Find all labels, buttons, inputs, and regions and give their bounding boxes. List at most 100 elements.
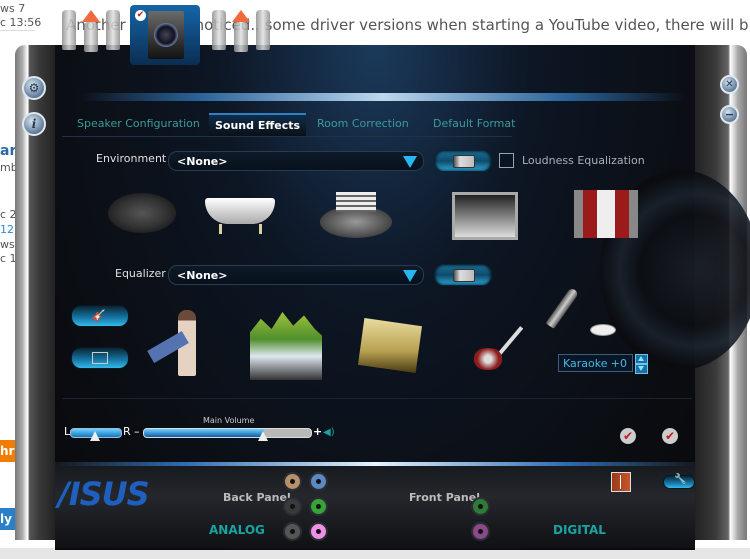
sidebar-fragment[interactable]: 12 — [0, 223, 14, 236]
plug-icon — [84, 22, 98, 52]
karaoke-label: Karaoke — [563, 357, 608, 370]
preset-underwater-icon[interactable] — [108, 193, 176, 233]
karaoke-field[interactable]: Karaoke +0 — [558, 354, 633, 372]
environment-toggle[interactable] — [434, 150, 492, 172]
front-jack-green[interactable] — [473, 499, 488, 514]
selected-check-icon: ✔ — [135, 10, 146, 21]
asus-logo: /ISUS — [58, 475, 150, 513]
equalizer-dropdown[interactable]: <None> — [168, 265, 424, 285]
main-volume-label: Main Volume — [203, 416, 255, 425]
tab-default-format[interactable]: Default Format — [433, 113, 515, 135]
close-icon: ✕ — [725, 79, 734, 90]
wrench-icon: 🔧 — [674, 474, 687, 485]
lips-icon — [590, 324, 616, 336]
karaoke-value: +0 — [610, 357, 627, 370]
back-jack-gray[interactable] — [285, 524, 300, 539]
loudness-equalization-label: Loudness Equalization — [522, 154, 645, 167]
sidebar-fragment: ws 7 — [0, 2, 26, 15]
environment-dropdown[interactable]: <None> — [168, 151, 424, 171]
check-icon: ✔ — [622, 429, 634, 443]
digital-output-button[interactable] — [611, 472, 631, 492]
equalizer-label: Equalizer — [115, 267, 166, 280]
info-icon: i — [31, 117, 37, 131]
front-jack-pink[interactable] — [473, 524, 488, 539]
arrow-up-icon — [638, 356, 644, 361]
back-jack-green[interactable] — [311, 499, 326, 514]
guitar-icon: 🎸 — [92, 309, 106, 322]
eq-preset-karaoke-icon[interactable] — [545, 287, 620, 345]
door-icon — [620, 475, 621, 489]
eq-preset-club-icon[interactable] — [358, 318, 422, 373]
karaoke-increase-button[interactable] — [635, 354, 648, 364]
preset-bathroom-icon[interactable] — [205, 196, 275, 238]
graphic-eq-button[interactable] — [71, 347, 129, 369]
back-jack-orange[interactable] — [285, 474, 300, 489]
main-volume-thumb[interactable] — [258, 431, 269, 441]
volume-minus-label: – — [134, 425, 140, 438]
close-button[interactable]: ✕ — [720, 75, 739, 94]
reset-check-button[interactable]: ✔ — [662, 428, 678, 444]
speaker-volume-icon[interactable]: ◀) — [323, 427, 335, 438]
plug-icon — [212, 10, 226, 50]
tab-room-correction[interactable]: Room Correction — [317, 113, 409, 135]
speaker-device[interactable]: ✔ — [130, 5, 200, 65]
preset-theater-icon[interactable] — [574, 190, 638, 238]
steps-icon — [336, 192, 376, 212]
main-volume-fill — [144, 429, 265, 437]
arrow-up-icon — [232, 10, 250, 22]
tub-leg — [219, 224, 222, 234]
divider — [0, 30, 35, 31]
front-panel-label: Front Panel — [409, 491, 480, 504]
top-glow-bar — [80, 93, 685, 101]
arrow-down-icon — [638, 366, 644, 371]
tab-speaker-configuration[interactable]: Speaker Configuration — [77, 113, 200, 135]
environment-label: Environment — [96, 152, 167, 165]
back-panel-label: Back Panel — [223, 491, 291, 504]
plug-icon — [234, 22, 248, 52]
apply-check-button[interactable]: ✔ — [620, 428, 636, 444]
volume-plus-label: + — [313, 425, 323, 438]
plug-icon — [256, 10, 270, 50]
back-jack-pink[interactable] — [311, 524, 326, 539]
eq-preset-rock-icon[interactable] — [468, 318, 528, 376]
minimize-button[interactable]: − — [720, 105, 739, 124]
tub-leg — [259, 224, 262, 234]
dropdown-arrow-icon — [403, 270, 417, 282]
main-volume-slider[interactable] — [143, 428, 312, 438]
balance-slider-thumb[interactable] — [90, 431, 100, 441]
preset-stone-corridor-icon[interactable] — [320, 192, 392, 240]
plug-icon — [106, 10, 120, 50]
analog-label: ANALOG — [209, 523, 265, 537]
tab-sound-effects[interactable]: Sound Effects — [209, 113, 307, 137]
divider — [62, 398, 692, 399]
tab-divider — [62, 136, 512, 137]
plug-icon — [62, 10, 76, 50]
karaoke-decrease-button[interactable] — [635, 364, 648, 374]
loudness-equalization-checkbox[interactable] — [499, 153, 514, 168]
equalizer-bars-icon — [92, 352, 108, 364]
toggle-knob — [453, 269, 475, 282]
guitar-eq-button[interactable]: 🎸 — [71, 305, 129, 327]
dropdown-arrow-icon — [403, 156, 417, 168]
sidebar-fragment: c 13:56 — [0, 16, 42, 29]
preset-room-icon[interactable] — [452, 192, 518, 240]
back-jack-black[interactable] — [285, 499, 300, 514]
gear-icon: ⚙ — [28, 81, 40, 95]
arrow-up-icon — [82, 10, 100, 22]
check-icon: ✔ — [664, 429, 676, 443]
minimize-icon: − — [724, 108, 735, 121]
bathtub-icon — [205, 198, 275, 224]
balance-right-label: R — [123, 425, 131, 438]
advanced-settings-button[interactable]: 🔧 — [663, 474, 695, 489]
settings-button[interactable]: ⚙ — [22, 76, 46, 100]
digital-label: DIGITAL — [553, 523, 606, 537]
guitar-body-icon — [474, 348, 502, 370]
info-button[interactable]: i — [22, 112, 46, 136]
speaker-cone-icon — [154, 23, 178, 47]
bottom-glow-bar — [55, 462, 695, 466]
eq-preset-pop-icon[interactable] — [147, 310, 208, 378]
equalizer-value: <None> — [177, 269, 228, 282]
environment-value: <None> — [177, 155, 228, 168]
back-jack-blue[interactable] — [311, 474, 326, 489]
equalizer-toggle[interactable] — [434, 264, 492, 286]
